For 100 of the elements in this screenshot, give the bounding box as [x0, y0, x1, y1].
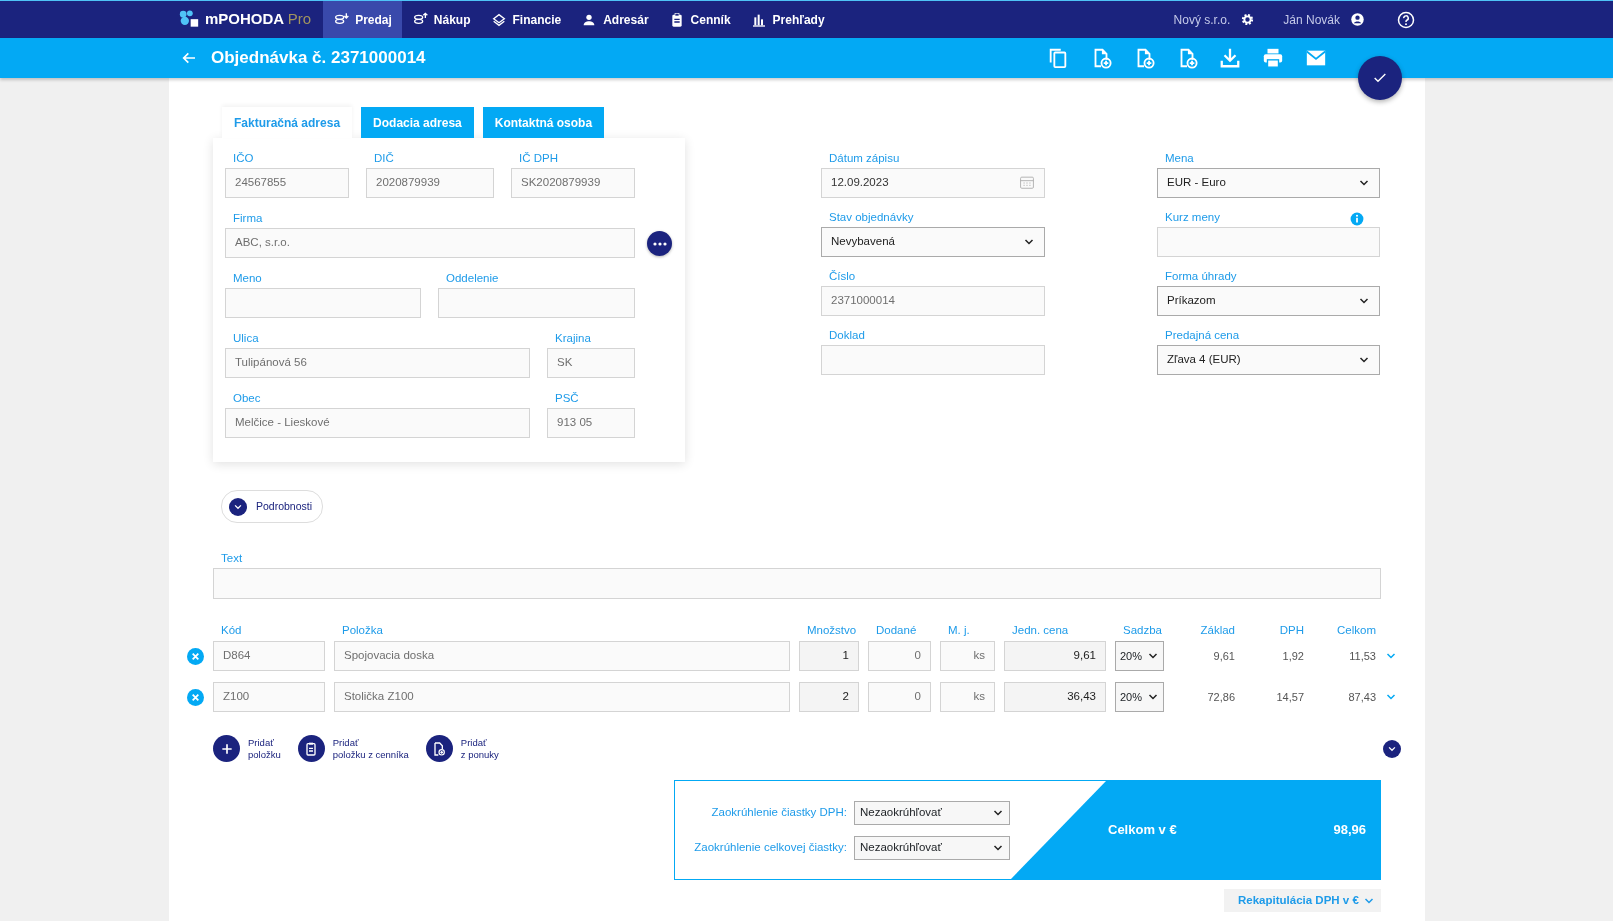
total-label: Celkom v €	[1108, 821, 1177, 840]
logo-icon	[178, 9, 200, 30]
nav-tab[interactable]: Nákup	[401, 1, 481, 38]
close-icon	[187, 688, 204, 706]
input-field[interactable]: 2020879939	[366, 168, 494, 198]
input-field[interactable]: Z100	[213, 682, 325, 712]
add-action-label[interactable]: Pridať položku z cenníka	[332, 736, 409, 761]
total-value: 98,96	[1333, 821, 1366, 840]
input-field[interactable]: Stolička Z100	[334, 682, 790, 712]
column-header: Jedn. cena	[1011, 623, 1070, 637]
ellipsis-icon	[652, 241, 667, 246]
company-name[interactable]: Nový s.r.o.	[1173, 10, 1231, 29]
field-label: Doklad	[828, 328, 865, 342]
toolbar-button[interactable]	[1047, 47, 1069, 69]
download-icon	[1219, 47, 1241, 69]
text-input-field[interactable]	[213, 568, 1381, 599]
document-plus-icon	[431, 740, 448, 757]
select-field[interactable]: 20%	[1115, 641, 1164, 671]
select-field[interactable]: 20%	[1115, 682, 1164, 712]
select-field[interactable]: Nezaokrúhľovať	[854, 800, 1010, 825]
add-action-label[interactable]: Pridať z ponuky	[460, 736, 499, 761]
date-field[interactable]: 12.09.2023	[821, 168, 1045, 198]
user-name[interactable]: Ján Novák	[1283, 10, 1340, 29]
field-label: Dátum zápisu	[828, 151, 900, 165]
field-label: Číslo	[828, 269, 856, 283]
user-account-icon	[1350, 12, 1365, 27]
info-icon	[1350, 211, 1364, 226]
input-field[interactable]: 9,61	[1004, 641, 1106, 671]
input-field[interactable]: 24567855	[225, 168, 349, 198]
column-header: Množstvo	[806, 623, 858, 637]
nav-tab[interactable]: Adresár	[571, 1, 659, 38]
input-field[interactable]: 2	[799, 682, 859, 712]
select-field[interactable]: Zľava 4 (EUR)	[1157, 345, 1380, 375]
field-label: Kurz meny	[1164, 210, 1220, 224]
app-logo-text: mPOHODA Pro	[205, 9, 312, 30]
input-field[interactable]: ks	[940, 641, 995, 671]
input-field[interactable]	[1157, 227, 1380, 257]
input-field[interactable]: Tulipánová 56	[225, 348, 530, 378]
print-icon	[1262, 47, 1284, 69]
input-field[interactable]: 1	[799, 641, 859, 671]
more-options-button[interactable]	[647, 231, 672, 256]
table-cell-text: 1,92	[1281, 648, 1304, 664]
field-label: Oddelenie	[445, 271, 500, 285]
add-button[interactable]	[213, 735, 240, 762]
field-label: Ulica	[232, 331, 260, 345]
field-label: Meno	[232, 271, 263, 285]
add-action-label[interactable]: Pridať položku	[248, 736, 281, 761]
input-field[interactable]: Melčice - Lieskové	[225, 408, 530, 438]
input-field[interactable]	[225, 288, 421, 318]
input-field[interactable]: 0	[868, 641, 931, 671]
table-cell-text: 11,53	[1348, 648, 1376, 664]
remove-item-button[interactable]	[187, 647, 204, 665]
column-header: Sadzba	[1122, 623, 1163, 637]
input-field[interactable]: 913 05	[547, 408, 635, 438]
table-cell-text: 87,43	[1347, 689, 1376, 705]
select-field[interactable]: Nezaokrúhľovať	[854, 835, 1010, 860]
field-label: PSČ	[554, 391, 580, 405]
input-field[interactable]: SK2020879939	[511, 168, 635, 198]
select-field[interactable]: Príkazom	[1157, 286, 1380, 316]
help-icon	[1397, 10, 1415, 29]
column-header: M. j.	[947, 623, 971, 637]
input-field[interactable]	[438, 288, 635, 318]
input-field[interactable]: ABC, s.r.o.	[225, 228, 635, 258]
back-arrow-icon	[181, 50, 197, 66]
input-field[interactable]: 2371000014	[821, 286, 1045, 316]
column-header: DPH	[1278, 623, 1304, 637]
input-field[interactable]: D864	[213, 641, 325, 671]
calendar-icon	[1019, 176, 1035, 190]
toolbar-button[interactable]	[1219, 47, 1241, 69]
input-field[interactable]: SK	[547, 348, 635, 378]
add-button[interactable]	[425, 735, 453, 762]
collapse-all-button[interactable]	[1383, 739, 1401, 758]
field-label: Zaokrúhlenie celkovej čiastky:	[694, 839, 847, 855]
nav-tab[interactable]: Financie	[480, 1, 572, 38]
page-title: Objednávka č. 2371000014	[211, 47, 426, 70]
table-cell-text: 14,57	[1275, 689, 1304, 705]
input-field[interactable]: 36,43	[1004, 682, 1106, 712]
field-label: Firma	[232, 211, 264, 225]
input-field[interactable]	[821, 345, 1045, 375]
table-cell-text: 72,86	[1206, 689, 1235, 705]
remove-item-button[interactable]	[187, 688, 204, 706]
field-label: Zaokrúhlenie čiastky DPH:	[711, 804, 847, 820]
column-header: Kód	[220, 623, 243, 637]
details-toggle-button[interactable]: Podrobnosti	[221, 490, 324, 523]
select-field[interactable]: EUR - Euro	[1157, 168, 1380, 198]
close-icon	[187, 647, 204, 665]
select-field[interactable]: Nevybavená	[821, 227, 1045, 257]
column-header: Dodané	[875, 623, 918, 637]
nav-tab[interactable]: Predaj	[323, 1, 402, 38]
toolbar-button[interactable]	[1262, 47, 1284, 69]
input-field[interactable]: 0	[868, 682, 931, 712]
input-field[interactable]: Spojovacia doska	[334, 641, 790, 671]
field-label: Krajina	[554, 331, 592, 345]
field-label: Predajná cena	[1164, 328, 1240, 342]
field-label: IČ DPH	[518, 151, 559, 165]
add-button[interactable]	[297, 735, 325, 762]
settings-icon	[1240, 12, 1256, 27]
nav-tab[interactable]: Prehľady	[740, 1, 835, 38]
input-field[interactable]: ks	[940, 682, 995, 712]
nav-tab[interactable]: Cenník	[658, 1, 741, 38]
